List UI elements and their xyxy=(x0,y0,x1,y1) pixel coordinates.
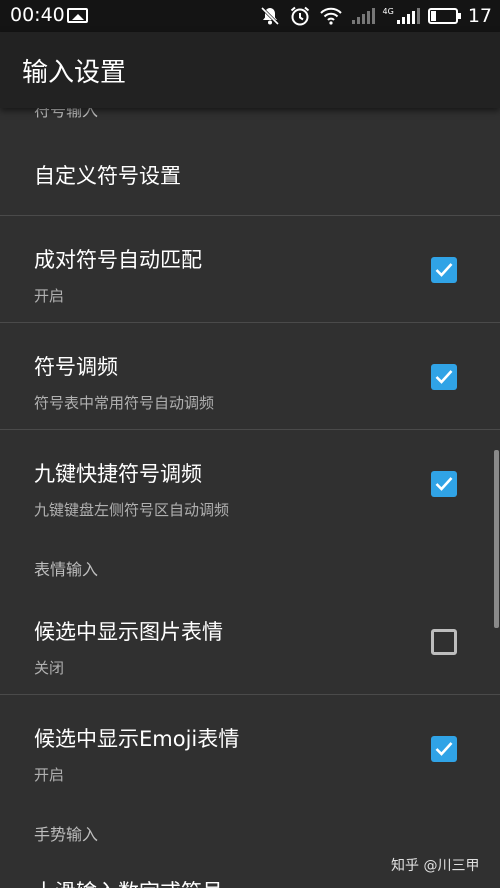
wifi-icon xyxy=(319,6,343,26)
checkbox-checked[interactable] xyxy=(431,736,457,762)
checkbox-checked[interactable] xyxy=(431,471,457,497)
network-type-label: 4G xyxy=(382,6,394,16)
setting-title: 符号调频 xyxy=(34,355,118,379)
setting-candidate-image-emoji[interactable]: 候选中显示图片表情 关闭 xyxy=(0,588,500,695)
status-bar: 00:40 4G 17 xyxy=(0,0,500,32)
category-header-emoji-input: 表情输入 xyxy=(34,560,99,579)
setting-title-gesture-swipe[interactable]: 上滑输入数字或符号 xyxy=(34,876,223,888)
setting-summary: 开启 xyxy=(34,287,65,305)
setting-custom-symbol[interactable]: 自定义符号设置 xyxy=(0,108,500,216)
battery-level: 17 xyxy=(467,5,492,27)
scrollbar[interactable] xyxy=(494,450,499,628)
checkbox-unchecked[interactable] xyxy=(431,629,457,655)
signal-icon xyxy=(351,7,375,25)
checkbox-checked[interactable] xyxy=(431,364,457,390)
setting-title: 九键快捷符号调频 xyxy=(34,462,202,486)
setting-candidate-emoji[interactable]: 候选中显示Emoji表情 开启 xyxy=(0,695,500,802)
setting-summary: 九键键盘左侧符号区自动调频 xyxy=(34,501,230,519)
bell-off-icon xyxy=(259,5,281,27)
app-bar: 输入设置 xyxy=(0,32,500,108)
alarm-icon xyxy=(289,5,311,27)
setting-summary: 符号表中常用符号自动调频 xyxy=(34,394,215,412)
setting-summary: 关闭 xyxy=(34,659,65,677)
setting-title: 候选中显示Emoji表情 xyxy=(34,727,240,751)
watermark: 知乎 @川三甲 xyxy=(391,858,480,874)
checkbox-checked[interactable] xyxy=(431,257,457,283)
setting-title: 自定义符号设置 xyxy=(34,164,181,188)
page-title: 输入设置 xyxy=(22,58,127,88)
image-notification-icon xyxy=(67,8,88,23)
signal-4g-icon xyxy=(396,7,420,25)
setting-nine-key-symbol[interactable]: 九键快捷符号调频 九键键盘左侧符号区自动调频 xyxy=(0,430,500,537)
setting-title: 候选中显示图片表情 xyxy=(34,620,223,644)
setting-symbol-frequency[interactable]: 符号调频 符号表中常用符号自动调频 xyxy=(0,323,500,430)
setting-summary: 开启 xyxy=(34,766,65,784)
category-header-gesture-input: 手势输入 xyxy=(34,825,99,844)
battery-icon xyxy=(427,8,461,24)
settings-list[interactable]: 符号输入 自定义符号设置 成对符号自动匹配 开启 符号调频 符号表中常用符号自动… xyxy=(0,108,500,888)
status-time: 00:40 xyxy=(10,4,65,26)
status-icons: 4G 17 xyxy=(259,3,492,29)
setting-title: 成对符号自动匹配 xyxy=(34,248,202,272)
setting-pair-symbol-match[interactable]: 成对符号自动匹配 开启 xyxy=(0,216,500,323)
